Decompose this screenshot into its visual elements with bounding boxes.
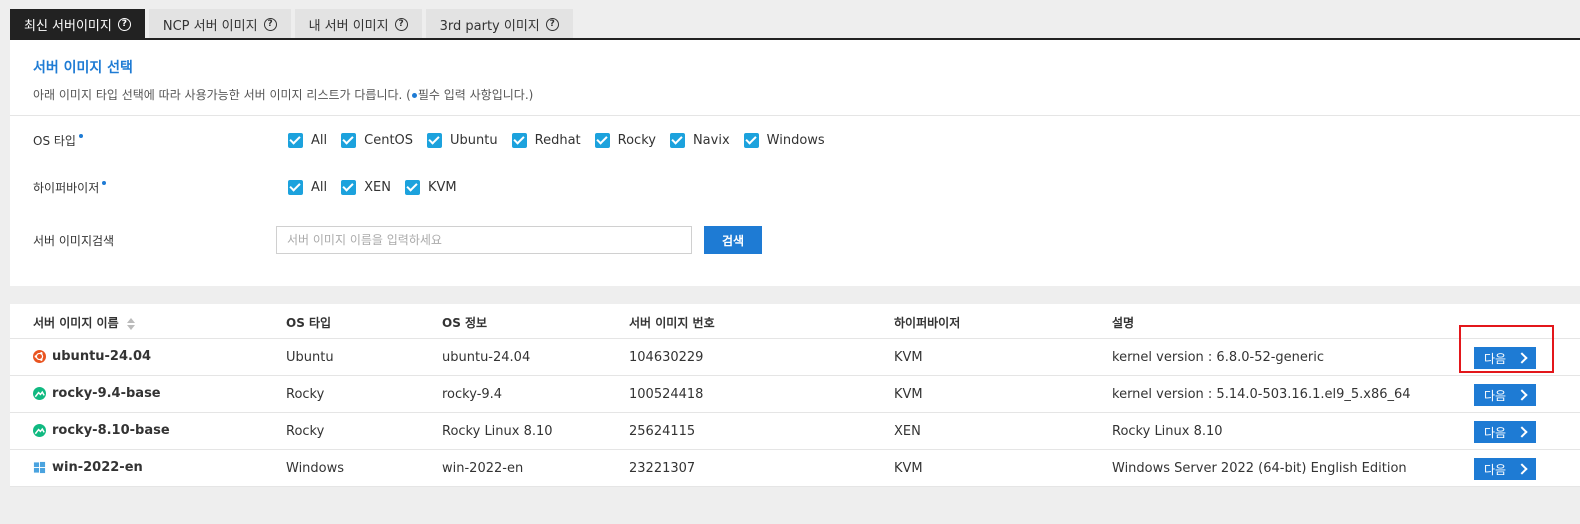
os-checkbox-navix[interactable]: Navix xyxy=(669,133,730,148)
hypervisor-row: 하이퍼바이저 All XEN KVM xyxy=(33,179,471,196)
panel-title: 서버 이미지 선택 xyxy=(33,60,133,76)
hypervisor-checkbox-all[interactable]: All xyxy=(288,180,327,195)
checkbox-checked-icon[interactable] xyxy=(427,133,443,148)
hypervisor-cell: XEN xyxy=(894,424,921,439)
description-cell: Rocky Linux 8.10 xyxy=(1112,424,1223,439)
table-row[interactable]: ubuntu-24.04 Ubuntu ubuntu-24.04 1046302… xyxy=(10,339,1580,376)
windows-icon xyxy=(33,461,46,474)
os-type-cell: Rocky xyxy=(286,424,325,439)
os-checkbox-ubuntu[interactable]: Ubuntu xyxy=(427,133,498,148)
help-icon[interactable]: ? xyxy=(545,17,559,31)
description-cell: kernel version : 5.14.0-503.16.1.el9_5.x… xyxy=(1112,387,1411,402)
header-hypervisor: 하이퍼바이저 xyxy=(894,316,961,330)
header-image-name[interactable]: 서버 이미지 이름 xyxy=(33,314,135,331)
required-dot-icon xyxy=(102,181,107,185)
os-checkbox-all[interactable]: All xyxy=(288,133,327,148)
desc-text: 아래 이미지 타입 선택에 따라 사용가능한 서버 이미지 리스트가 다릅니다.… xyxy=(33,88,411,102)
tab-3rd-party-images[interactable]: 3rd party 이미지 ? xyxy=(425,9,573,39)
table-header: 서버 이미지 이름 OS 타입 OS 정보 서버 이미지 번호 하이퍼바이저 설… xyxy=(10,304,1580,339)
checkbox-checked-icon[interactable] xyxy=(404,180,420,195)
os-type-label: OS 타입 xyxy=(33,132,288,149)
hypervisor-checkbox-xen[interactable]: XEN xyxy=(341,180,391,195)
hypervisor-cell: KVM xyxy=(894,350,923,365)
checkbox-checked-icon[interactable] xyxy=(341,133,357,148)
tab-latest-images[interactable]: 최신 서버이미지 ? xyxy=(10,9,145,39)
hypervisor-cell: KVM xyxy=(894,461,923,476)
image-number-cell: 23221307 xyxy=(629,461,696,476)
image-name-cell: win-2022-en xyxy=(33,460,143,475)
os-info-cell: rocky-9.4 xyxy=(442,387,503,402)
table-row[interactable]: win-2022-en Windows win-2022-en 23221307… xyxy=(10,450,1580,487)
tab-ncp-images[interactable]: NCP 서버 이미지 ? xyxy=(148,9,291,39)
description-cell: Windows Server 2022 (64-bit) English Edi… xyxy=(1112,461,1407,476)
rocky-icon xyxy=(33,387,46,400)
header-image-number: 서버 이미지 번호 xyxy=(629,316,715,330)
image-name-cell: ubuntu-24.04 xyxy=(33,349,151,364)
search-input[interactable] xyxy=(276,226,692,254)
description-cell: kernel version : 6.8.0-52-generic xyxy=(1112,350,1325,365)
os-checkbox-centos[interactable]: CentOS xyxy=(341,133,413,148)
next-button[interactable]: 다음 xyxy=(1474,421,1536,443)
ubuntu-icon xyxy=(33,350,46,363)
header-os-info: OS 정보 xyxy=(442,316,488,330)
help-icon[interactable]: ? xyxy=(394,17,408,31)
rocky-icon xyxy=(33,424,46,437)
os-info-cell: Rocky Linux 8.10 xyxy=(442,424,553,439)
next-button[interactable]: 다음 xyxy=(1474,458,1536,480)
tab-label: 최신 서버이미지 xyxy=(24,18,112,34)
image-name-cell: rocky-8.10-base xyxy=(33,423,170,438)
image-number-cell: 25624115 xyxy=(629,424,696,439)
required-dot-icon xyxy=(78,134,83,138)
image-number-cell: 104630229 xyxy=(629,350,704,365)
help-icon[interactable]: ? xyxy=(117,17,131,31)
header-description: 설명 xyxy=(1112,316,1135,330)
os-checkbox-redhat[interactable]: Redhat xyxy=(511,133,581,148)
chevron-right-icon xyxy=(1516,463,1528,475)
search-row: 서버 이미지검색 검색 xyxy=(33,226,762,254)
checkbox-checked-icon[interactable] xyxy=(594,133,610,148)
os-info-cell: win-2022-en xyxy=(442,461,524,476)
chevron-right-icon xyxy=(1516,389,1528,401)
os-type-row: OS 타입 All CentOS Ubuntu Redhat Rocky Nav… xyxy=(33,132,839,149)
panel-description: 아래 이미지 타입 선택에 따라 사용가능한 서버 이미지 리스트가 다릅니다.… xyxy=(33,86,1580,103)
image-number-cell: 100524418 xyxy=(629,387,704,402)
checkbox-checked-icon[interactable] xyxy=(288,180,303,195)
header-os-type: OS 타입 xyxy=(286,316,332,330)
checkbox-checked-icon[interactable] xyxy=(743,133,759,148)
sort-icon[interactable] xyxy=(126,317,135,330)
os-type-cell: Rocky xyxy=(286,387,325,402)
help-icon[interactable]: ? xyxy=(263,17,277,31)
image-name-cell: rocky-9.4-base xyxy=(33,386,161,401)
table-row[interactable]: rocky-9.4-base Rocky rocky-9.4 100524418… xyxy=(10,376,1580,413)
tab-my-images[interactable]: 내 서버 이미지 ? xyxy=(294,9,422,39)
checkbox-checked-icon[interactable] xyxy=(511,133,527,148)
os-type-cell: Ubuntu xyxy=(286,350,334,365)
desc-text-end: 필수 입력 사항입니다.) xyxy=(417,88,534,102)
panel-header: 서버 이미지 선택 아래 이미지 타입 선택에 따라 사용가능한 서버 이미지 … xyxy=(10,40,1580,116)
image-table: 서버 이미지 이름 OS 타입 OS 정보 서버 이미지 번호 하이퍼바이저 설… xyxy=(10,304,1580,487)
image-tabs: 최신 서버이미지 ? NCP 서버 이미지 ? 내 서버 이미지 ? 3rd p… xyxy=(10,9,573,39)
os-info-cell: ubuntu-24.04 xyxy=(442,350,531,365)
checkbox-checked-icon[interactable] xyxy=(288,133,303,148)
checkbox-checked-icon[interactable] xyxy=(669,133,685,148)
search-label: 서버 이미지검색 xyxy=(33,233,115,248)
tab-label: 내 서버 이미지 xyxy=(308,18,389,34)
chevron-right-icon xyxy=(1516,426,1528,438)
tab-label: NCP 서버 이미지 xyxy=(162,18,258,34)
os-checkbox-windows[interactable]: Windows xyxy=(743,133,825,148)
table-row[interactable]: rocky-8.10-base Rocky Rocky Linux 8.10 2… xyxy=(10,413,1580,450)
hypervisor-label: 하이퍼바이저 xyxy=(33,179,288,196)
os-type-cell: Windows xyxy=(286,461,345,476)
hypervisor-cell: KVM xyxy=(894,387,923,402)
os-checkbox-rocky[interactable]: Rocky xyxy=(594,133,656,148)
tab-label: 3rd party 이미지 xyxy=(439,18,540,34)
search-button[interactable]: 검색 xyxy=(704,226,762,254)
next-button[interactable]: 다음 xyxy=(1474,384,1536,406)
highlight-box xyxy=(1459,325,1554,373)
filter-panel: 서버 이미지 선택 아래 이미지 타입 선택에 따라 사용가능한 서버 이미지 … xyxy=(10,40,1580,286)
required-dot-icon xyxy=(411,93,417,98)
hypervisor-checkbox-kvm[interactable]: KVM xyxy=(404,180,457,195)
checkbox-checked-icon[interactable] xyxy=(341,180,357,195)
